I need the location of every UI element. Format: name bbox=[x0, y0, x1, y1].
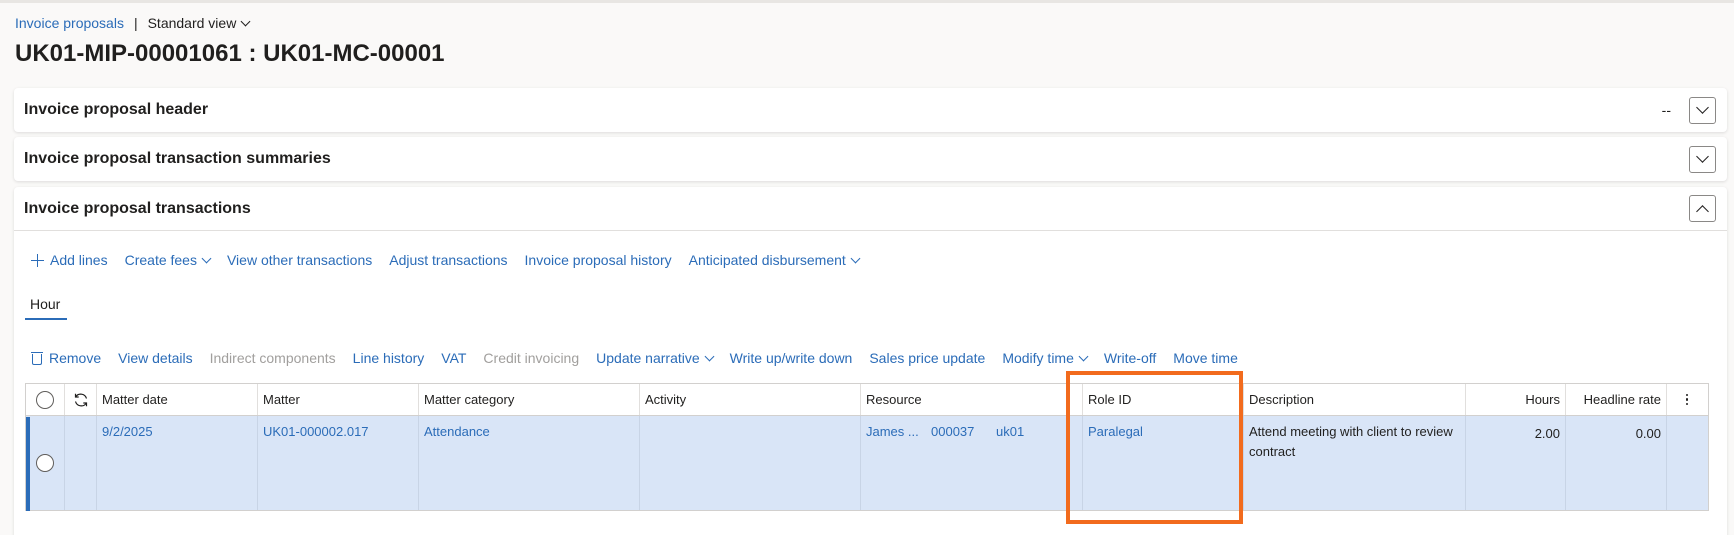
transactions-toolbar: Add lines Create fees View other transac… bbox=[31, 252, 876, 268]
radio-icon bbox=[36, 454, 54, 472]
page-title: UK01-MIP-00001061 : UK01-MC-00001 bbox=[15, 40, 445, 67]
section-header[interactable]: Invoice proposal transactions bbox=[14, 187, 1727, 231]
section-title: Invoice proposal transactions bbox=[24, 199, 251, 217]
credit-invoicing-button[interactable]: Credit invoicing bbox=[483, 350, 579, 366]
anticipated-disbursement-label: Anticipated disbursement bbox=[688, 252, 846, 268]
section-title: Invoice proposal transaction summaries bbox=[24, 150, 331, 167]
section-header[interactable]: Invoice proposal header -- bbox=[14, 88, 1727, 132]
row-end-cell bbox=[1667, 416, 1707, 510]
column-header-activity[interactable]: Activity bbox=[640, 384, 861, 415]
invoice-proposal-summaries-section: Invoice proposal transaction summaries bbox=[14, 137, 1727, 181]
view-selector[interactable]: Standard view bbox=[147, 15, 251, 31]
add-lines-button[interactable]: Add lines bbox=[31, 252, 108, 268]
cell-matter-category[interactable]: Attendance bbox=[419, 416, 640, 510]
column-header-description[interactable]: Description bbox=[1244, 384, 1466, 415]
table-row[interactable]: 9/2/2025 UK01-000002.017 Attendance Jame… bbox=[26, 416, 1708, 510]
invoice-proposal-history-button[interactable]: Invoice proposal history bbox=[525, 252, 672, 268]
breadcrumb-separator: | bbox=[133, 15, 138, 31]
modify-time-menu[interactable]: Modify time bbox=[1002, 350, 1089, 366]
column-options-button[interactable] bbox=[1667, 384, 1707, 415]
column-header-headline-rate[interactable]: Headline rate bbox=[1566, 384, 1667, 415]
chevron-down-icon bbox=[850, 253, 861, 263]
update-narrative-menu[interactable]: Update narrative bbox=[596, 350, 715, 366]
hour-transactions-grid: Matter date Matter Matter category Activ… bbox=[25, 383, 1709, 511]
breadcrumb-invoice-proposals-link[interactable]: Invoice proposals bbox=[15, 15, 124, 31]
chevron-down-icon bbox=[240, 16, 251, 26]
plus-icon bbox=[31, 253, 44, 267]
modify-time-label: Modify time bbox=[1002, 350, 1074, 366]
adjust-transactions-button[interactable]: Adjust transactions bbox=[389, 252, 507, 268]
cell-resource[interactable]: James ... 000037 uk01 bbox=[861, 416, 1083, 510]
resource-company: uk01 bbox=[996, 424, 1025, 439]
grid-header-row: Matter date Matter Matter category Activ… bbox=[26, 384, 1708, 416]
tab-hour-underline bbox=[25, 318, 67, 320]
write-off-button[interactable]: Write-off bbox=[1104, 350, 1156, 366]
chevron-down-icon bbox=[704, 351, 715, 361]
anticipated-disbursement-menu[interactable]: Anticipated disbursement bbox=[688, 252, 861, 268]
view-other-transactions-button[interactable]: View other transactions bbox=[227, 252, 372, 268]
remove-label: Remove bbox=[49, 350, 102, 366]
top-border bbox=[0, 0, 1734, 3]
row-indicator-cell bbox=[65, 416, 97, 510]
view-details-button[interactable]: View details bbox=[118, 350, 192, 366]
tab-hour[interactable]: Hour bbox=[25, 296, 65, 319]
write-up-write-down-button[interactable]: Write up/write down bbox=[730, 350, 853, 366]
cell-matter[interactable]: UK01-000002.017 bbox=[258, 416, 419, 510]
section-title: Invoice proposal header bbox=[24, 101, 209, 118]
column-header-resource[interactable]: Resource bbox=[861, 384, 1083, 415]
breadcrumb: Invoice proposals | Standard view bbox=[15, 15, 251, 31]
cell-hours[interactable]: 2.00 bbox=[1466, 416, 1566, 510]
add-lines-label: Add lines bbox=[50, 252, 108, 268]
cell-description[interactable]: Attend meeting with client to review con… bbox=[1244, 416, 1466, 510]
role-id-highlight-box bbox=[1066, 371, 1243, 524]
row-select-radio[interactable] bbox=[26, 416, 65, 510]
resource-id: 000037 bbox=[931, 424, 975, 439]
expand-button[interactable] bbox=[1689, 96, 1716, 124]
select-all-radio[interactable] bbox=[26, 384, 65, 415]
expand-button[interactable] bbox=[1689, 145, 1716, 173]
cell-matter-date[interactable]: 9/2/2025 bbox=[97, 416, 258, 510]
resource-name: James ... bbox=[866, 424, 919, 439]
chevron-down-icon bbox=[201, 253, 212, 263]
create-fees-label: Create fees bbox=[124, 252, 197, 268]
column-header-matter[interactable]: Matter bbox=[258, 384, 419, 415]
radio-icon bbox=[36, 390, 54, 409]
cell-headline-rate[interactable]: 0.00 bbox=[1566, 416, 1667, 510]
indirect-components-button[interactable]: Indirect components bbox=[210, 350, 336, 366]
view-selector-label: Standard view bbox=[147, 15, 237, 31]
sales-price-update-button[interactable]: Sales price update bbox=[869, 350, 985, 366]
move-time-button[interactable]: Move time bbox=[1173, 350, 1238, 366]
chevron-down-icon bbox=[1696, 101, 1709, 114]
trash-icon bbox=[31, 351, 43, 365]
chevron-up-icon bbox=[1696, 204, 1709, 218]
section-summary: -- bbox=[1661, 102, 1671, 118]
remove-button[interactable]: Remove bbox=[31, 350, 101, 366]
refresh-button[interactable] bbox=[65, 384, 97, 415]
invoice-proposal-header-section: Invoice proposal header -- bbox=[14, 88, 1727, 132]
section-header[interactable]: Invoice proposal transaction summaries bbox=[14, 137, 1727, 181]
create-fees-menu[interactable]: Create fees bbox=[124, 252, 212, 268]
column-header-hours[interactable]: Hours bbox=[1466, 384, 1566, 415]
column-header-matter-category[interactable]: Matter category bbox=[419, 384, 640, 415]
hour-toolbar: Remove View details Indirect components … bbox=[31, 350, 1255, 366]
chevron-down-icon bbox=[1078, 351, 1089, 361]
chevron-down-icon bbox=[1696, 150, 1709, 163]
cell-activity[interactable] bbox=[640, 416, 861, 510]
selected-row-indicator bbox=[26, 417, 30, 511]
line-history-button[interactable]: Line history bbox=[353, 350, 425, 366]
more-vertical-icon bbox=[1685, 393, 1689, 406]
column-header-matter-date[interactable]: Matter date bbox=[97, 384, 258, 415]
collapse-button[interactable] bbox=[1689, 195, 1716, 222]
refresh-icon bbox=[74, 393, 87, 406]
update-narrative-label: Update narrative bbox=[596, 350, 700, 366]
vat-button[interactable]: VAT bbox=[441, 350, 466, 366]
